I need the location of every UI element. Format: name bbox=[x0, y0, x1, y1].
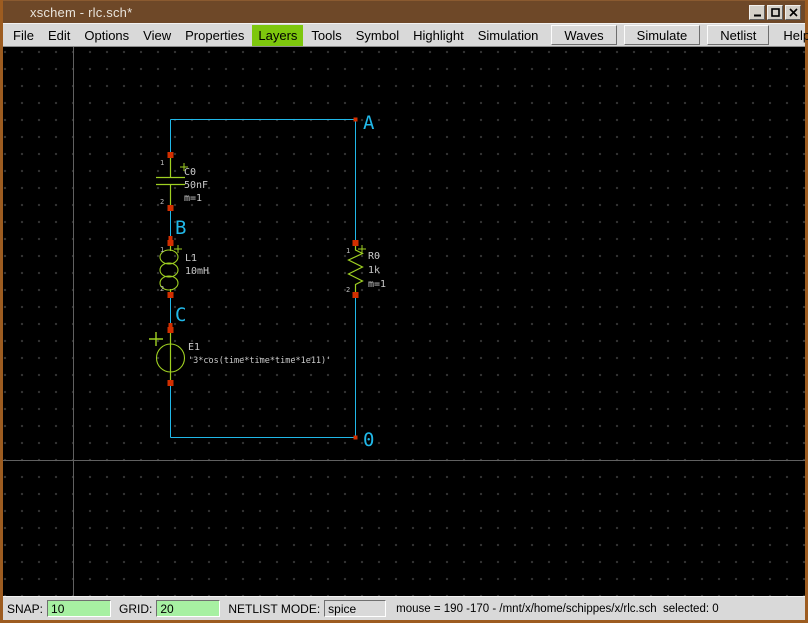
wire-endpoint-marker bbox=[354, 436, 358, 440]
pin-number: 2 bbox=[160, 198, 164, 206]
pin-square bbox=[353, 240, 359, 246]
menu-item-layers[interactable]: Layers bbox=[252, 25, 303, 46]
minimize-icon bbox=[753, 8, 762, 17]
component-mult-label: m=1 bbox=[184, 193, 202, 204]
wire-segments bbox=[171, 120, 356, 438]
netlist-mode-label: NETLIST MODE: bbox=[228, 602, 320, 616]
status-text: mouse = 190 -170 - /mnt/x/home/schippes/… bbox=[396, 603, 718, 615]
wire-endpoint-marker bbox=[354, 118, 358, 122]
schematic-svg: 1 2 C0 50nF m=1 1 2 L1 10mH bbox=[3, 47, 805, 596]
menu-item-highlight[interactable]: Highlight bbox=[407, 25, 470, 46]
pin-square bbox=[168, 240, 174, 246]
pin-number: 2 bbox=[160, 285, 164, 293]
simulate-button[interactable]: Simulate bbox=[624, 25, 701, 45]
grid-input[interactable] bbox=[156, 600, 220, 617]
component-name-label: R0 bbox=[368, 251, 380, 262]
grid-label: GRID: bbox=[119, 602, 152, 616]
polarity-plus-icon bbox=[149, 332, 163, 346]
resistor-symbol bbox=[349, 243, 363, 295]
pin-number: 1 bbox=[346, 247, 350, 255]
xschem-window: xschem - rlc.sch* File Edit Options View… bbox=[0, 0, 808, 623]
node-label-b[interactable]: B bbox=[175, 217, 186, 239]
pin-number: 1 bbox=[160, 159, 164, 167]
close-button[interactable] bbox=[785, 5, 801, 20]
component-name-label: C0 bbox=[184, 167, 196, 178]
window-controls bbox=[749, 5, 801, 20]
vsource-e1[interactable]: E1 '3*cos(time*time*time*1e11)' bbox=[149, 327, 331, 386]
snap-input[interactable] bbox=[47, 600, 111, 617]
menu-item-help[interactable]: Help bbox=[775, 25, 808, 46]
capacitor-c0[interactable]: 1 2 C0 50nF m=1 bbox=[156, 152, 208, 211]
maximize-icon bbox=[771, 8, 780, 17]
pin-square bbox=[168, 205, 174, 211]
pin-square bbox=[168, 292, 174, 298]
node-label-gnd[interactable]: 0 bbox=[363, 429, 374, 451]
window-title: xschem - rlc.sch* bbox=[30, 5, 132, 20]
menu-item-edit[interactable]: Edit bbox=[42, 25, 76, 46]
component-mult-label: m=1 bbox=[368, 279, 386, 290]
menu-item-properties[interactable]: Properties bbox=[179, 25, 250, 46]
menu-item-tools[interactable]: Tools bbox=[305, 25, 347, 46]
resistor-r0[interactable]: 1 2 R0 1k m=1 bbox=[346, 240, 386, 298]
pin-square bbox=[353, 292, 359, 298]
grid-axis-lines bbox=[3, 47, 805, 596]
menubar-actions: Waves Simulate Netlist Help bbox=[544, 25, 808, 46]
pin-square bbox=[168, 327, 174, 333]
component-name-label: E1 bbox=[188, 342, 200, 353]
minimize-button[interactable] bbox=[749, 5, 765, 20]
netlist-mode-input[interactable] bbox=[324, 600, 386, 617]
component-value-label: 1k bbox=[368, 265, 380, 276]
netlist-button[interactable]: Netlist bbox=[707, 25, 769, 45]
wire-endpoint-marker bbox=[169, 236, 173, 240]
menu-item-file[interactable]: File bbox=[7, 25, 40, 46]
menu-item-view[interactable]: View bbox=[137, 25, 177, 46]
component-name-label: L1 bbox=[185, 253, 197, 264]
wire-endpoint-marker bbox=[169, 323, 173, 327]
menu-item-options[interactable]: Options bbox=[78, 25, 135, 46]
statusbar: SNAP: GRID: NETLIST MODE: mouse = 190 -1… bbox=[3, 596, 805, 620]
schematic-canvas[interactable]: 1 2 C0 50nF m=1 1 2 L1 10mH bbox=[3, 47, 805, 596]
component-value-label: '3*cos(time*time*time*1e11)' bbox=[188, 356, 331, 366]
menu-item-simulation[interactable]: Simulation bbox=[472, 25, 545, 46]
menubar: File Edit Options View Properties Layers… bbox=[3, 23, 805, 47]
snap-label: SNAP: bbox=[7, 602, 43, 616]
waves-button[interactable]: Waves bbox=[551, 25, 616, 45]
maximize-button[interactable] bbox=[767, 5, 783, 20]
close-icon bbox=[789, 8, 798, 17]
inductor-l1[interactable]: 1 2 L1 10mH bbox=[160, 240, 209, 298]
pin-number: 1 bbox=[160, 246, 164, 254]
component-value-label: 50nF bbox=[184, 180, 208, 191]
menu-item-symbol[interactable]: Symbol bbox=[350, 25, 405, 46]
component-value-label: 10mH bbox=[185, 266, 209, 277]
pin-number: 2 bbox=[346, 286, 350, 294]
inductor-coil bbox=[160, 263, 178, 277]
node-label-a[interactable]: A bbox=[363, 112, 375, 134]
titlebar[interactable]: xschem - rlc.sch* bbox=[3, 0, 805, 23]
node-label-c[interactable]: C bbox=[175, 304, 186, 326]
circuit-wires[interactable] bbox=[169, 118, 358, 440]
pin-square bbox=[168, 380, 174, 386]
pin-square bbox=[168, 152, 174, 158]
